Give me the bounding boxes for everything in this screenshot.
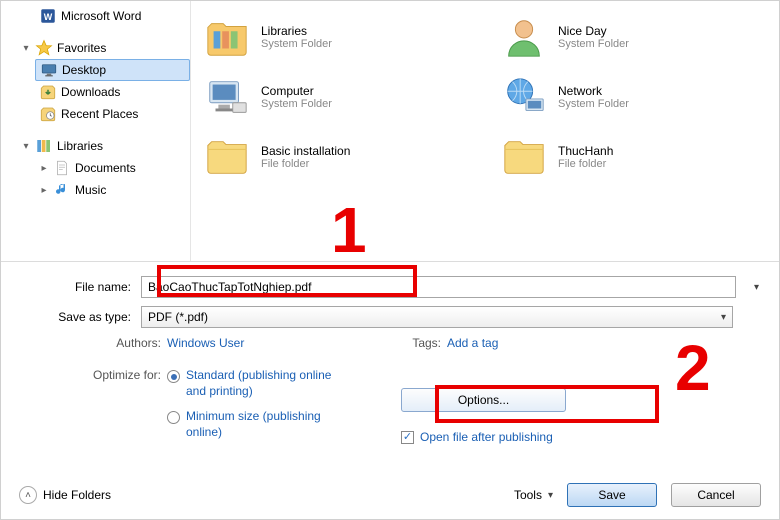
filename-dropdown-icon[interactable]: ▾ bbox=[754, 282, 759, 293]
radio-icon bbox=[167, 370, 180, 383]
tags-label: Tags: bbox=[401, 336, 441, 350]
document-icon bbox=[53, 159, 71, 177]
cancel-button[interactable]: Cancel bbox=[671, 483, 761, 507]
file-grid: LibrariesSystem Folder Nice DaySystem Fo… bbox=[191, 1, 779, 261]
options-button[interactable]: Options... bbox=[401, 388, 566, 412]
folder-large-icon bbox=[203, 133, 251, 181]
libraries-large-icon bbox=[203, 13, 251, 61]
tree-item-word[interactable]: W Microsoft Word bbox=[35, 5, 190, 27]
recent-icon bbox=[39, 105, 57, 123]
tree-item-desktop[interactable]: Desktop bbox=[35, 59, 190, 81]
chevron-up-icon: ˄ bbox=[19, 486, 37, 504]
expand-down-icon: ▾ bbox=[21, 43, 31, 54]
word-icon: W bbox=[39, 7, 57, 25]
tools-menu[interactable]: Tools ▾ bbox=[514, 488, 553, 502]
tree-item-documents[interactable]: ▸ Documents bbox=[35, 157, 190, 179]
authors-label: Authors: bbox=[81, 336, 161, 350]
desktop-icon bbox=[40, 61, 58, 79]
nav-sidebar: W Microsoft Word ▾ Favorites Desktop Dow… bbox=[1, 1, 191, 261]
chevron-down-icon: ▾ bbox=[721, 312, 726, 323]
network-large-icon bbox=[500, 73, 548, 121]
save-panel: File name: ▾ Save as type: PDF (*.pdf) ▾… bbox=[1, 261, 779, 454]
tree-item-recent[interactable]: Recent Places bbox=[35, 103, 190, 125]
type-label: Save as type: bbox=[21, 310, 141, 324]
grid-item-network[interactable]: NetworkSystem Folder bbox=[500, 69, 767, 125]
expand-right-icon: ▸ bbox=[39, 185, 49, 196]
star-icon bbox=[35, 39, 53, 57]
user-large-icon bbox=[500, 13, 548, 61]
optimize-standard-radio[interactable]: Standard (publishing online and printing… bbox=[167, 368, 346, 399]
tags-value[interactable]: Add a tag bbox=[447, 336, 498, 350]
expand-right-icon: ▸ bbox=[39, 163, 49, 174]
annotation-number-2: 2 bbox=[675, 331, 711, 405]
expand-down-icon: ▾ bbox=[21, 141, 31, 152]
grid-item-thuchanh[interactable]: ThucHanhFile folder bbox=[500, 129, 767, 185]
libraries-icon bbox=[35, 137, 53, 155]
tree-item-downloads[interactable]: Downloads bbox=[35, 81, 190, 103]
dialog-footer: ˄ Hide Folders Tools ▾ Save Cancel bbox=[1, 483, 779, 507]
type-select[interactable]: PDF (*.pdf) ▾ bbox=[141, 306, 733, 328]
authors-value[interactable]: Windows User bbox=[167, 336, 244, 350]
folder-large-icon bbox=[500, 133, 548, 181]
grid-item-niceday[interactable]: Nice DaySystem Folder bbox=[500, 9, 767, 65]
optimize-minimum-radio[interactable]: Minimum size (publishing online) bbox=[167, 409, 346, 440]
filename-label: File name: bbox=[21, 280, 141, 294]
svg-text:W: W bbox=[44, 12, 53, 22]
save-button[interactable]: Save bbox=[567, 483, 657, 507]
grid-item-basic[interactable]: Basic installationFile folder bbox=[203, 129, 470, 185]
grid-item-libraries[interactable]: LibrariesSystem Folder bbox=[203, 9, 470, 65]
tree-item-libraries[interactable]: ▾ Libraries bbox=[17, 135, 190, 157]
annotation-number-1: 1 bbox=[331, 193, 367, 267]
computer-large-icon bbox=[203, 73, 251, 121]
checkbox-icon: ✓ bbox=[401, 431, 414, 444]
filename-input[interactable] bbox=[141, 276, 736, 298]
radio-icon bbox=[167, 411, 180, 424]
open-after-checkbox[interactable]: ✓ Open file after publishing bbox=[401, 430, 681, 444]
tree-item-music[interactable]: ▸ Music bbox=[35, 179, 190, 201]
music-icon bbox=[53, 181, 71, 199]
chevron-down-icon: ▾ bbox=[548, 490, 553, 501]
optimize-label: Optimize for: bbox=[81, 368, 161, 382]
downloads-icon bbox=[39, 83, 57, 101]
grid-item-computer[interactable]: ComputerSystem Folder bbox=[203, 69, 470, 125]
hide-folders-toggle[interactable]: ˄ Hide Folders bbox=[19, 486, 111, 504]
tree-item-favorites[interactable]: ▾ Favorites bbox=[17, 37, 190, 59]
